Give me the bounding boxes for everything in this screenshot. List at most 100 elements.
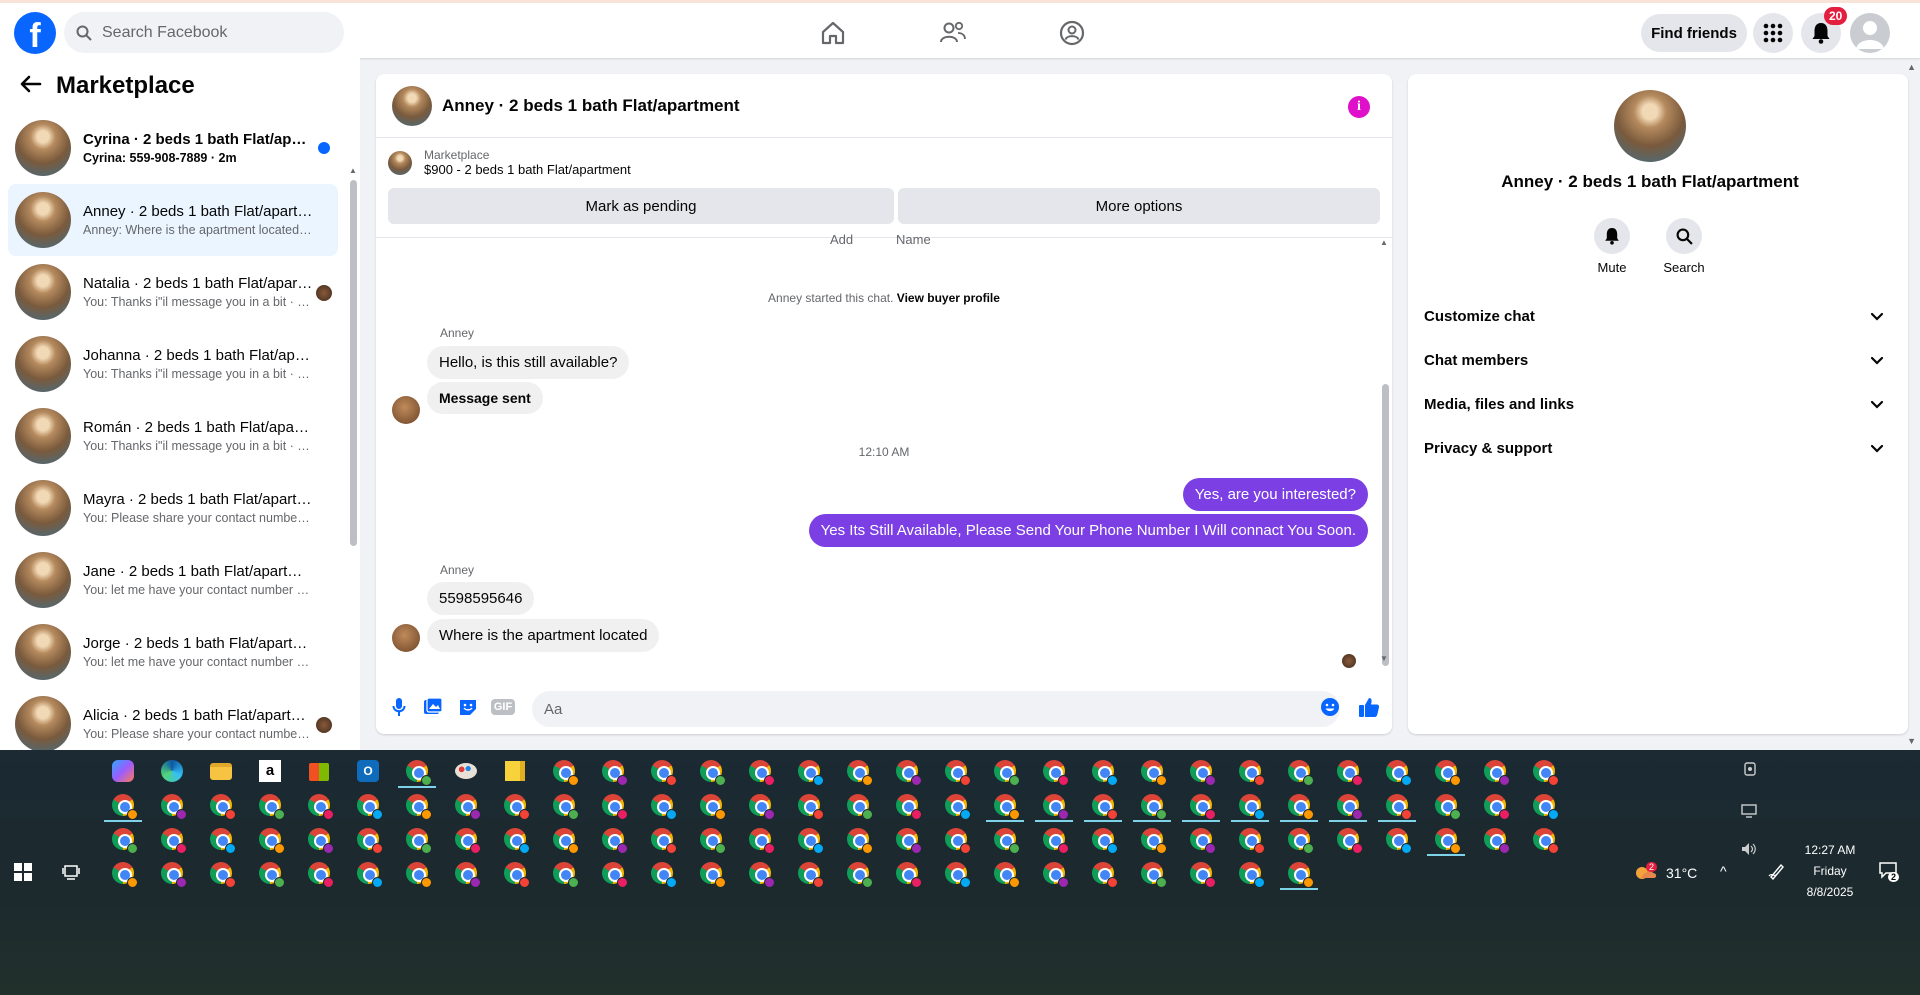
- chrome-profile-icon[interactable]: [1280, 792, 1318, 822]
- info-icon[interactable]: i: [1348, 96, 1370, 118]
- microsoft-store-icon[interactable]: [306, 758, 332, 784]
- chrome-profile-icon[interactable]: [1188, 758, 1216, 786]
- chrome-profile-icon[interactable]: [404, 792, 432, 820]
- page-scroll-up-arrow[interactable]: ▲: [1907, 62, 1916, 72]
- chrome-profile-icon[interactable]: [698, 860, 726, 888]
- chrome-profile-icon[interactable]: [1041, 860, 1069, 888]
- chrome-profile-icon[interactable]: [551, 826, 579, 854]
- chrome-profile-icon[interactable]: [208, 792, 236, 820]
- chrome-profile-icon[interactable]: [159, 860, 187, 888]
- sender-avatar[interactable]: [392, 624, 420, 652]
- chrome-profile-icon[interactable]: [1531, 758, 1559, 786]
- chrome-profile-icon[interactable]: [1041, 758, 1069, 786]
- chrome-profile-icon[interactable]: [747, 758, 775, 786]
- menu-grid-icon[interactable]: [1753, 13, 1793, 53]
- chrome-profile-icon[interactable]: [1231, 792, 1269, 822]
- chrome-profile-icon[interactable]: [1427, 826, 1465, 856]
- chrome-profile-icon[interactable]: [1090, 860, 1118, 888]
- more-options-button[interactable]: More options: [898, 188, 1380, 224]
- chrome-profile-icon[interactable]: [845, 792, 873, 820]
- chat-members-section[interactable]: Chat members: [1424, 342, 1884, 378]
- chrome-profile-icon[interactable]: [600, 792, 628, 820]
- find-friends-button[interactable]: Find friends: [1641, 14, 1747, 52]
- profile-photo[interactable]: [1614, 90, 1686, 162]
- chrome-profile-icon[interactable]: [1139, 860, 1167, 888]
- groups-icon[interactable]: [1052, 15, 1092, 51]
- incoming-message[interactable]: Message sent: [427, 382, 543, 414]
- chrome-profile-icon[interactable]: [1084, 792, 1122, 822]
- chrome-profile-icon[interactable]: [894, 758, 922, 786]
- chrome-profile-icon[interactable]: [649, 826, 677, 854]
- chrome-profile-icon[interactable]: [355, 792, 383, 820]
- amazon-icon[interactable]: a: [257, 758, 283, 784]
- chrome-profile-icon[interactable]: [600, 860, 628, 888]
- chrome-profile-icon[interactable]: [502, 792, 530, 820]
- chrome-profile-icon[interactable]: [1531, 792, 1559, 820]
- volume-icon[interactable]: [1741, 842, 1757, 861]
- chrome-profile-icon[interactable]: [257, 860, 285, 888]
- search-box[interactable]: [64, 12, 344, 53]
- chrome-profile-icon[interactable]: [649, 758, 677, 786]
- chrome-profile-icon[interactable]: [845, 826, 873, 854]
- chrome-profile-icon[interactable]: [1280, 860, 1318, 890]
- view-buyer-profile-link[interactable]: View buyer profile: [897, 291, 1000, 305]
- chrome-profile-icon[interactable]: [796, 758, 824, 786]
- conversation-item[interactable]: Alicia · 2 beds 1 bath Flat/apartment Yo…: [8, 688, 338, 750]
- home-icon[interactable]: [813, 15, 853, 51]
- conversation-item[interactable]: Jane · 2 beds 1 bath Flat/apartment You:…: [8, 544, 338, 616]
- chrome-profile-icon[interactable]: [1384, 826, 1412, 854]
- display-icon[interactable]: [1741, 804, 1757, 823]
- meet-now-icon[interactable]: [1743, 762, 1757, 781]
- chrome-profile-icon[interactable]: [1384, 758, 1412, 786]
- chrome-profile-icon[interactable]: [1139, 826, 1167, 854]
- chrome-profile-icon[interactable]: [1090, 758, 1118, 786]
- file-explorer-icon[interactable]: [208, 758, 234, 784]
- pen-icon[interactable]: [1768, 862, 1786, 885]
- chrome-profile-icon[interactable]: [992, 826, 1020, 854]
- chrome-profile-icon[interactable]: [845, 758, 873, 786]
- chat-avatar[interactable]: [392, 85, 432, 126]
- chrome-profile-icon[interactable]: [502, 860, 530, 888]
- chrome-profile-icon[interactable]: [894, 860, 922, 888]
- microphone-icon[interactable]: [388, 696, 410, 718]
- chrome-profile-icon[interactable]: [943, 826, 971, 854]
- chrome-profile-icon[interactable]: [943, 758, 971, 786]
- chrome-profile-icon[interactable]: [747, 792, 775, 820]
- incoming-message[interactable]: Hello, is this still available?: [427, 346, 630, 379]
- conversation-item[interactable]: Natalia · 2 beds 1 bath Flat/apartment Y…: [8, 256, 338, 328]
- chrome-profile-icon[interactable]: [159, 792, 187, 820]
- chat-scrollbar[interactable]: ▲ ▼: [1380, 238, 1390, 666]
- chrome-profile-icon[interactable]: [1182, 792, 1220, 822]
- chrome-profile-icon[interactable]: [747, 826, 775, 854]
- incoming-message[interactable]: 5598595646: [427, 582, 535, 615]
- emoji-icon[interactable]: [1319, 696, 1341, 718]
- chrome-profile-icon[interactable]: [1433, 792, 1461, 820]
- chrome-profile-icon[interactable]: [257, 792, 285, 820]
- chrome-profile-icon[interactable]: [1237, 758, 1265, 786]
- incoming-message[interactable]: Where is the apartment located: [427, 619, 660, 652]
- chrome-profile-icon[interactable]: [747, 860, 775, 888]
- facebook-logo[interactable]: f: [14, 12, 56, 54]
- chrome-profile-icon[interactable]: [306, 826, 334, 854]
- gif-icon[interactable]: GIF: [490, 696, 516, 718]
- conversation-item[interactable]: Cyrina · 2 beds 1 bath Flat/apartment Cy…: [8, 112, 338, 184]
- chrome-profile-icon[interactable]: [1090, 826, 1118, 854]
- chrome-profile-icon[interactable]: [453, 826, 481, 854]
- chrome-profile-icon[interactable]: [398, 758, 436, 788]
- chrome-profile-icon[interactable]: [796, 826, 824, 854]
- conversation-list-scrollbar[interactable]: ▲ ▼: [349, 118, 357, 748]
- chrome-profile-icon[interactable]: [992, 758, 1020, 786]
- chrome-profile-icon[interactable]: [306, 860, 334, 888]
- listing-summary[interactable]: Marketplace $900 - 2 beds 1 bath Flat/ap…: [388, 148, 631, 177]
- chrome-profile-icon[interactable]: [404, 826, 432, 854]
- chrome-profile-icon[interactable]: [698, 826, 726, 854]
- chrome-profile-icon[interactable]: [1286, 758, 1314, 786]
- chrome-profile-icon[interactable]: [845, 860, 873, 888]
- message-input[interactable]: [532, 691, 1340, 727]
- copilot-icon[interactable]: [110, 758, 136, 784]
- chrome-profile-icon[interactable]: [1041, 826, 1069, 854]
- chrome-profile-icon[interactable]: [1531, 826, 1559, 854]
- windows-start-icon[interactable]: [14, 863, 32, 886]
- chrome-profile-icon[interactable]: [1237, 860, 1265, 888]
- chrome-profile-icon[interactable]: [453, 860, 481, 888]
